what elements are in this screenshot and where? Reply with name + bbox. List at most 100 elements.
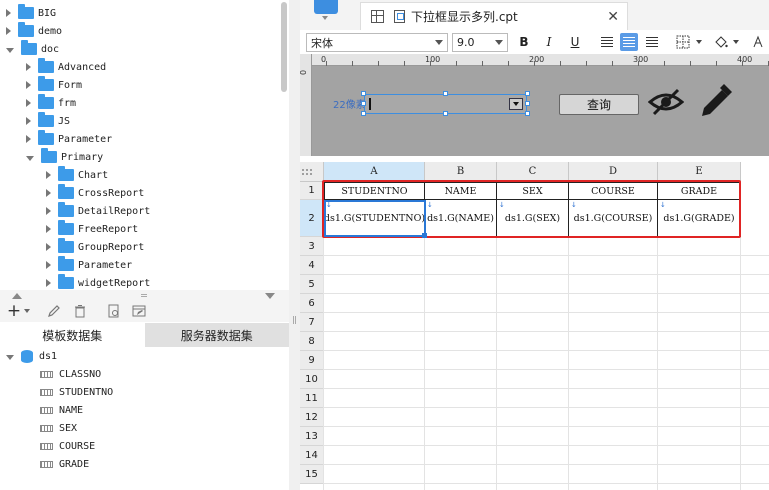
edit-icon[interactable] bbox=[46, 303, 62, 319]
tree-item[interactable]: Chart bbox=[46, 166, 108, 184]
tree-item[interactable]: Parameter bbox=[26, 130, 112, 148]
resize-handle[interactable] bbox=[361, 101, 366, 106]
column-header[interactable]: A bbox=[324, 162, 425, 182]
row-header[interactable]: 1 bbox=[300, 182, 324, 200]
collapse-up-icon[interactable] bbox=[12, 293, 22, 299]
close-tab-icon[interactable]: ✕ bbox=[607, 9, 619, 25]
fill-color-button[interactable] bbox=[712, 33, 730, 51]
fill-chevron-icon[interactable] bbox=[733, 40, 739, 44]
dataset-field[interactable]: CLASSNO bbox=[40, 365, 101, 383]
resize-handle[interactable] bbox=[361, 111, 366, 116]
tree-item[interactable]: Primary bbox=[26, 148, 103, 166]
tree-item[interactable]: Form bbox=[26, 76, 82, 94]
italic-button[interactable]: I bbox=[540, 33, 558, 51]
expand-down-icon[interactable] bbox=[265, 293, 275, 299]
column-header[interactable]: C bbox=[497, 162, 569, 182]
collapsed-arrow-icon[interactable] bbox=[46, 243, 51, 251]
expanded-arrow-icon[interactable] bbox=[6, 47, 14, 53]
row-header[interactable]: 12 bbox=[300, 408, 324, 427]
tree-item[interactable]: widgetReport bbox=[46, 274, 150, 290]
add-icon[interactable]: + bbox=[6, 301, 22, 321]
resize-handle[interactable] bbox=[361, 91, 366, 96]
dataset-item[interactable]: ds1 bbox=[6, 347, 57, 365]
tree-item[interactable]: BIG bbox=[6, 4, 56, 22]
column-header[interactable]: D bbox=[569, 162, 658, 182]
hide-eye-icon[interactable] bbox=[648, 86, 684, 118]
collapsed-arrow-icon[interactable] bbox=[26, 135, 31, 143]
row-header[interactable]: 10 bbox=[300, 370, 324, 389]
tree-item[interactable]: CrossReport bbox=[46, 184, 144, 202]
row-header[interactable]: 14 bbox=[300, 446, 324, 465]
template-tree[interactable]: BIG demo doc Advanced Form frm JS Parameter Prim… bbox=[0, 0, 289, 290]
align-center-button[interactable] bbox=[620, 33, 638, 51]
underline-button[interactable]: U bbox=[566, 33, 584, 51]
fill-handle[interactable] bbox=[422, 233, 427, 238]
tree-item[interactable]: demo bbox=[6, 22, 62, 40]
collapsed-arrow-icon[interactable] bbox=[46, 261, 51, 269]
edit-pencil-icon[interactable] bbox=[698, 84, 732, 120]
tree-item[interactable]: frm bbox=[26, 94, 76, 112]
row-header[interactable]: 8 bbox=[300, 332, 324, 351]
tree-item[interactable]: GroupReport bbox=[46, 238, 144, 256]
app-menu-button[interactable] bbox=[314, 0, 338, 14]
bold-button[interactable]: B bbox=[515, 33, 533, 51]
resize-handle[interactable] bbox=[443, 111, 448, 116]
edit-dataset-icon[interactable] bbox=[131, 303, 147, 319]
row-header[interactable]: 4 bbox=[300, 256, 324, 275]
row-header[interactable]: 5 bbox=[300, 275, 324, 294]
collapsed-arrow-icon[interactable] bbox=[6, 27, 11, 35]
align-left-button[interactable] bbox=[598, 33, 616, 51]
dataset-field[interactable]: GRADE bbox=[40, 455, 89, 473]
tree-item[interactable]: Advanced bbox=[26, 58, 106, 76]
row-header[interactable]: 13 bbox=[300, 427, 324, 446]
tree-item[interactable]: DetailReport bbox=[46, 202, 150, 220]
dataset-field[interactable]: SEX bbox=[40, 419, 77, 437]
row-header[interactable]: 9 bbox=[300, 351, 324, 370]
collapsed-arrow-icon[interactable] bbox=[46, 171, 51, 179]
resize-handle[interactable] bbox=[525, 101, 530, 106]
query-button[interactable]: 查询 bbox=[559, 94, 639, 115]
collapsed-arrow-icon[interactable] bbox=[26, 63, 31, 71]
row-header[interactable]: 2 bbox=[300, 200, 324, 237]
row-header[interactable]: 7 bbox=[300, 313, 324, 332]
collapsed-arrow-icon[interactable] bbox=[46, 189, 51, 197]
tree-item[interactable]: Parameter bbox=[46, 256, 132, 274]
collapsed-arrow-icon[interactable] bbox=[26, 99, 31, 107]
tree-item[interactable]: FreeReport bbox=[46, 220, 138, 238]
collapsed-arrow-icon[interactable] bbox=[46, 279, 51, 287]
add-dropdown-icon[interactable] bbox=[24, 309, 30, 313]
font-size-select[interactable]: 9.0 bbox=[452, 33, 508, 52]
dataset-field[interactable]: COURSE bbox=[40, 437, 95, 455]
border-button[interactable] bbox=[674, 33, 692, 51]
tree-item[interactable]: JS bbox=[26, 112, 70, 130]
resize-handle[interactable] bbox=[443, 91, 448, 96]
splitter-grip[interactable] bbox=[141, 294, 147, 297]
collapsed-arrow-icon[interactable] bbox=[6, 9, 11, 17]
collapsed-arrow-icon[interactable] bbox=[46, 207, 51, 215]
vertical-splitter-grip[interactable] bbox=[293, 316, 296, 324]
column-header[interactable]: E bbox=[658, 162, 741, 182]
dataset-field[interactable]: NAME bbox=[40, 401, 83, 419]
row-header[interactable]: 15 bbox=[300, 465, 324, 484]
delete-icon[interactable] bbox=[72, 303, 88, 319]
combobox-dropdown-icon[interactable] bbox=[509, 98, 523, 110]
row-header[interactable]: 11 bbox=[300, 389, 324, 408]
align-right-button[interactable] bbox=[643, 33, 661, 51]
expanded-arrow-icon[interactable] bbox=[6, 354, 14, 360]
tab-template-dataset[interactable]: 模板数据集 bbox=[0, 323, 145, 347]
expanded-arrow-icon[interactable] bbox=[26, 155, 34, 161]
dataset-field[interactable]: STUDENTNO bbox=[40, 383, 113, 401]
collapsed-arrow-icon[interactable] bbox=[46, 225, 51, 233]
resize-handle[interactable] bbox=[525, 111, 530, 116]
row-header[interactable]: 3 bbox=[300, 237, 324, 256]
document-tab[interactable]: 下拉框显示多列.cpt ✕ bbox=[360, 2, 628, 30]
preview-icon[interactable] bbox=[106, 303, 122, 319]
border-chevron-icon[interactable] bbox=[696, 40, 702, 44]
font-family-select[interactable]: 宋体 bbox=[306, 33, 448, 52]
tree-item[interactable]: doc bbox=[6, 40, 59, 58]
row-header[interactable]: 6 bbox=[300, 294, 324, 313]
collapsed-arrow-icon[interactable] bbox=[26, 117, 31, 125]
resize-handle[interactable] bbox=[525, 91, 530, 96]
column-header[interactable]: B bbox=[425, 162, 497, 182]
collapsed-arrow-icon[interactable] bbox=[26, 81, 31, 89]
